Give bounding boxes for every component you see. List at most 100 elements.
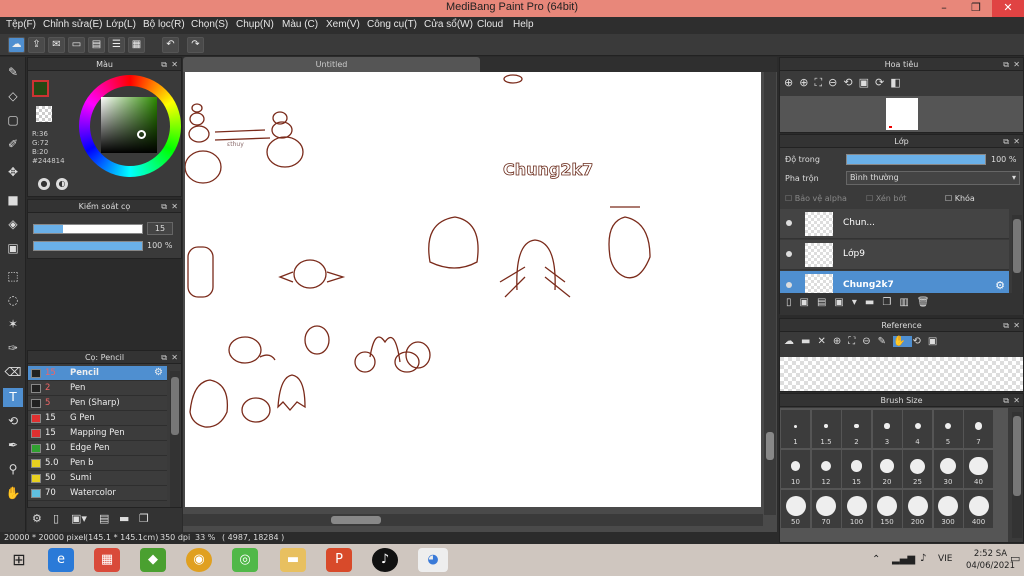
layer-folder-icon[interactable]: ▬ xyxy=(865,297,882,308)
brush-size-option[interactable]: 1.5 xyxy=(811,410,841,448)
brush-opacity-slider[interactable] xyxy=(33,241,143,251)
undo-icon[interactable]: ↶ xyxy=(162,37,179,53)
brush-size-slider[interactable] xyxy=(33,224,143,234)
brush-size-option[interactable]: 50 xyxy=(781,490,810,528)
new-layer-alt-icon[interactable]: ▣ xyxy=(800,297,817,308)
blur-tool-icon[interactable]: ✒ xyxy=(3,436,23,455)
menu-filter[interactable]: Bộ lọc(R) xyxy=(143,19,185,30)
brush-size-option[interactable]: 2 xyxy=(842,410,871,448)
reference-close-icon[interactable]: ✕ xyxy=(817,336,832,347)
move-tool-icon[interactable]: ✥ xyxy=(3,163,23,182)
rectangle-tool-icon[interactable]: ▢ xyxy=(3,111,23,130)
layer-item[interactable]: Chun... xyxy=(780,209,1009,239)
protect-alpha-checkbox[interactable]: ☐ Bảo vệ alpha xyxy=(785,194,847,203)
zoom-in-icon[interactable]: ⊕ xyxy=(799,76,814,89)
file-explorer-icon[interactable]: ▬ xyxy=(280,548,306,572)
layer-menu-icon[interactable]: ▣▾ xyxy=(834,297,864,308)
select-pen-icon[interactable]: ✑ xyxy=(3,339,23,358)
layer-list-scrollbar[interactable] xyxy=(1012,215,1022,295)
cloud-icon[interactable]: ☁ xyxy=(8,37,25,53)
powerpoint-icon[interactable]: P xyxy=(326,548,352,572)
rotate-left-icon[interactable]: ⟲ xyxy=(843,76,858,89)
visibility-eye-icon[interactable] xyxy=(786,282,792,288)
brush-size-option[interactable]: 7 xyxy=(964,410,993,448)
medibang-taskbar-icon[interactable]: ◕ xyxy=(418,548,448,572)
list-icon[interactable]: ☰ xyxy=(108,37,125,53)
reference-hand-icon[interactable]: ✋ xyxy=(893,336,913,347)
brush-size-option[interactable]: 3 xyxy=(872,410,902,448)
brush-properties-icon[interactable]: ▤ xyxy=(99,512,109,525)
duplicate-layer-icon[interactable]: ❐ xyxy=(882,297,899,308)
fit-window-icon[interactable]: ▣ xyxy=(859,76,875,89)
reference-fullscreen-icon[interactable]: ▣ xyxy=(928,336,944,347)
hand-tool-icon[interactable]: ✋ xyxy=(3,484,23,503)
lock-checkbox[interactable]: ☐ Khóa xyxy=(945,194,975,203)
menu-help[interactable]: Help xyxy=(513,19,534,30)
lasso-tool-icon[interactable]: ◌ xyxy=(3,291,23,310)
reference-rotate-icon[interactable]: ⟲ xyxy=(912,336,927,347)
rotate-right-icon[interactable]: ⟳ xyxy=(875,76,890,89)
popout-icon[interactable]: ⧉ xyxy=(161,351,167,364)
redo-icon[interactable]: ↷ xyxy=(187,37,204,53)
green-app-icon[interactable]: ◎ xyxy=(232,548,258,572)
brush-size-option[interactable]: 10 xyxy=(781,450,810,488)
select-tool-icon[interactable]: ⬚ xyxy=(3,267,23,286)
brush-size-scrollbar[interactable] xyxy=(1012,412,1022,538)
tiktok-icon[interactable]: ♪ xyxy=(372,548,398,572)
brush-list-item[interactable]: 70 Watercolor xyxy=(28,486,167,501)
popout-icon[interactable]: ⧉ xyxy=(1003,58,1009,71)
brush-size-option[interactable]: 30 xyxy=(933,450,963,488)
comment-icon[interactable]: ▭ xyxy=(68,37,85,53)
brush-tool-icon[interactable]: ✎ xyxy=(3,63,23,82)
reference-view[interactable] xyxy=(780,357,1023,391)
chat-icon[interactable]: ✉ xyxy=(48,37,65,53)
brush-size-option[interactable]: 70 xyxy=(811,490,841,528)
upload-icon[interactable]: ⇪ xyxy=(28,37,45,53)
tab-untitled[interactable]: Untitled xyxy=(183,57,480,72)
menu-cloud[interactable]: Cloud xyxy=(477,19,503,30)
saturation-square[interactable] xyxy=(101,97,157,153)
close-icon[interactable]: ✕ xyxy=(1013,135,1020,148)
gear-icon[interactable]: ⚙ xyxy=(995,279,1005,292)
layer-add-menu-icon[interactable]: ▤ xyxy=(817,297,834,308)
zoom-out-icon[interactable]: ⊖ xyxy=(828,76,843,89)
brush-list-item[interactable]: 5 Pen (Sharp) xyxy=(28,396,167,411)
menu-capture[interactable]: Chụp(N) xyxy=(236,19,274,30)
layer-opacity-slider[interactable] xyxy=(846,154,986,165)
wifi-icon[interactable]: ▂▄▆ xyxy=(892,554,915,565)
brush-size-option[interactable]: 400 xyxy=(964,490,993,528)
operation-tool-icon[interactable]: ⟲ xyxy=(3,412,23,431)
app-icon[interactable]: ▦ xyxy=(94,548,120,572)
menu-layer[interactable]: Lớp(L) xyxy=(106,19,136,30)
document-icon[interactable]: ▤ xyxy=(88,37,105,53)
brush-size-option[interactable]: 5 xyxy=(933,410,963,448)
menu-tools[interactable]: Công cụ(T) xyxy=(367,19,417,30)
primary-color-swatch[interactable] xyxy=(32,80,49,97)
minimize-button[interactable]: – xyxy=(928,0,960,17)
new-layer-icon[interactable]: ▯ xyxy=(786,297,800,308)
menu-color[interactable]: Màu (C) xyxy=(282,19,318,30)
zoom-reset-icon[interactable]: ⛶ xyxy=(814,76,828,89)
blend-mode-select[interactable]: Bình thường ▾ xyxy=(846,171,1020,185)
brush-size-option[interactable]: 12 xyxy=(811,450,841,488)
folder-icon[interactable]: ▬ xyxy=(119,512,129,525)
duplicate-icon[interactable]: ❐ xyxy=(139,512,149,525)
popout-icon[interactable]: ⧉ xyxy=(1003,135,1009,148)
eraser-tool-icon[interactable]: ◇ xyxy=(3,87,23,106)
chrome-icon[interactable]: ◉ xyxy=(186,548,212,572)
reference-open-icon[interactable]: ▬ xyxy=(801,336,817,347)
pen-tool-icon[interactable]: ✐ xyxy=(3,135,23,154)
secondary-color-swatch[interactable] xyxy=(36,106,52,122)
close-icon[interactable]: ✕ xyxy=(1013,319,1020,332)
palette-icon[interactable]: ● xyxy=(38,178,50,190)
menu-edit[interactable]: Chỉnh sửa(E) xyxy=(43,19,103,30)
visibility-eye-icon[interactable] xyxy=(786,220,792,226)
reference-zoom-out-icon[interactable]: ⊖ xyxy=(862,336,877,347)
eyedropper-icon[interactable]: ⚲ xyxy=(3,460,23,479)
grid-icon[interactable]: ▦ xyxy=(128,37,145,53)
select-eraser-icon[interactable]: ⌫ xyxy=(3,363,23,382)
canvas-vertical-scrollbar[interactable] xyxy=(764,72,776,515)
brush-list-item[interactable]: 2 Pen xyxy=(28,381,167,396)
tray-chevron-icon[interactable]: ⌃ xyxy=(872,554,880,565)
bucket-tool-icon[interactable]: ◈ xyxy=(3,215,23,234)
